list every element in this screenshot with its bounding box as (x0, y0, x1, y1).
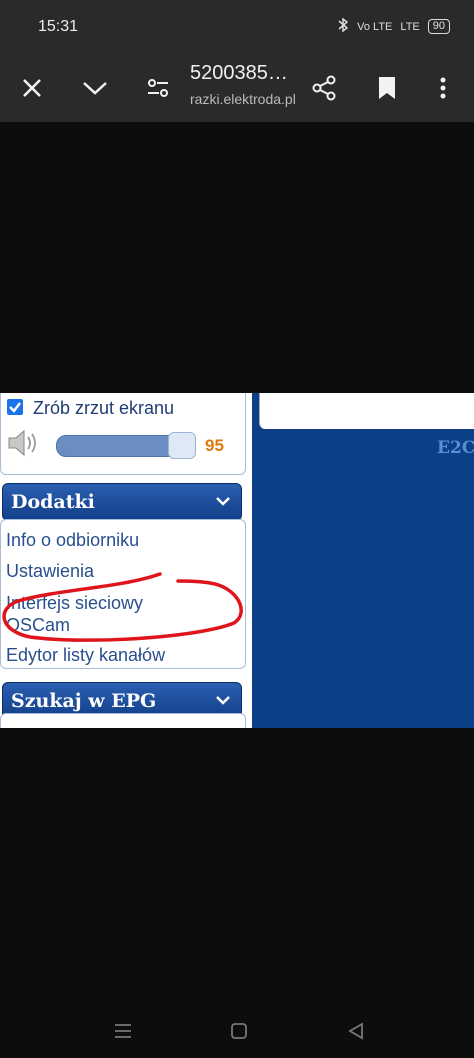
browser-toolbar: 5200385… razki.elektroda.pl (0, 54, 474, 122)
embedded-screenshot: Zrób zrzut ekranu 95 Dodatki Info o odbi… (0, 393, 474, 728)
status-time: 15:31 (38, 18, 79, 35)
page-title[interactable]: 5200385… (190, 62, 288, 85)
page-info-icon[interactable] (140, 70, 176, 106)
status-bar: 15:31 Vo LTE LTE 90 (0, 0, 474, 54)
main-content-box (259, 393, 474, 429)
webif-main-area: E2C (252, 393, 474, 728)
red-annotation-circle (2, 572, 243, 642)
volte-label: Vo LTE (357, 20, 393, 33)
back-icon[interactable] (341, 1016, 371, 1046)
bluetooth-icon (337, 17, 349, 36)
bookmark-icon[interactable] (369, 70, 405, 106)
webif-sidebar: Zrób zrzut ekranu 95 Dodatki Info o odbi… (0, 393, 252, 728)
recent-apps-icon[interactable] (108, 1016, 138, 1046)
close-icon[interactable] (14, 70, 50, 106)
main-heading-fragment: E2C (437, 438, 474, 458)
lte-signal-label: LTE (400, 20, 420, 33)
share-icon[interactable] (306, 70, 342, 106)
system-navigation-bar (0, 1002, 474, 1058)
home-icon[interactable] (224, 1016, 254, 1046)
status-icons: Vo LTE LTE 90 (337, 17, 450, 36)
battery-icon: 90 (427, 19, 450, 34)
more-options-icon[interactable] (425, 70, 461, 106)
page-url[interactable]: razki.elektroda.pl (190, 91, 296, 107)
chevron-down-icon[interactable] (77, 70, 113, 106)
